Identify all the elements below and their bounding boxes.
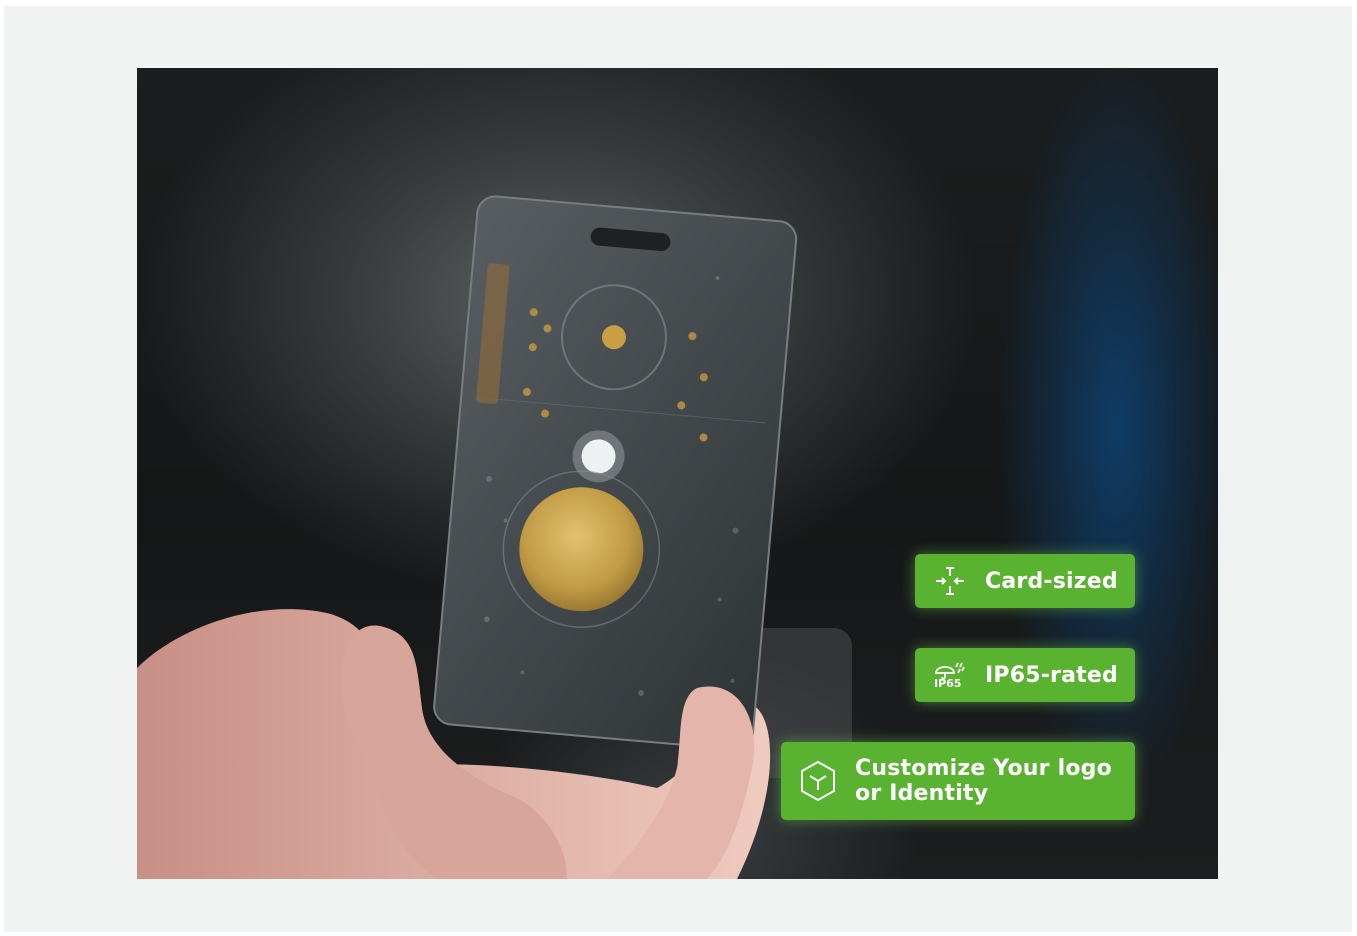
- ip65-label: IP65-rated: [985, 662, 1118, 688]
- card-sized-label: Card-sized: [985, 568, 1118, 594]
- ip65-rain-icon: IP65: [915, 648, 985, 702]
- customize-badge: Customize Your logo or Identity: [781, 742, 1135, 820]
- card-size-icon: [915, 554, 985, 608]
- customize-label-line1: Customize Your logo: [855, 756, 1112, 781]
- card-sized-badge: Card-sized: [915, 554, 1135, 608]
- customize-label: Customize Your logo or Identity: [855, 756, 1112, 806]
- tracker-card: [433, 195, 798, 751]
- ip65-badge: IP65 IP65-rated: [915, 648, 1135, 702]
- cube-icon: [781, 742, 855, 820]
- ip65-icon-text: IP65: [934, 677, 962, 690]
- customize-label-line2: or Identity: [855, 781, 989, 806]
